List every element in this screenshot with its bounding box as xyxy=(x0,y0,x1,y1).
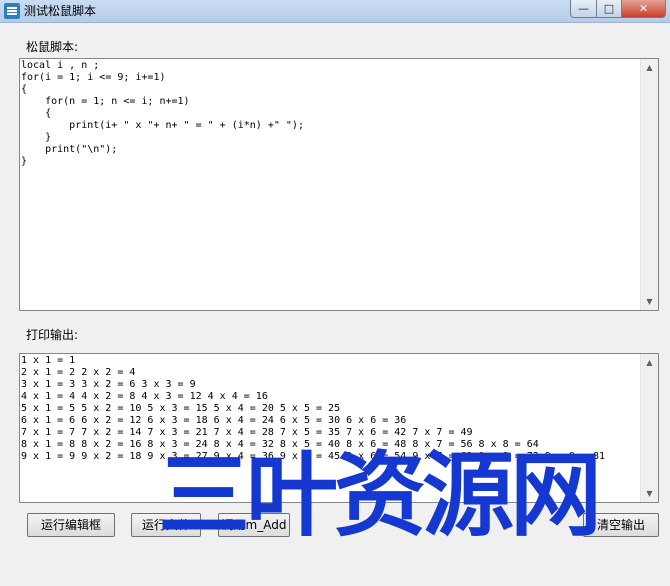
scroll-down-arrow-icon[interactable]: ▼ xyxy=(641,293,658,310)
run-editor-button[interactable]: 运行编辑框 xyxy=(27,513,115,537)
output-scrollbar[interactable]: ▲ ▼ xyxy=(640,354,658,502)
watermark-text: 三叶资源网 xyxy=(158,442,602,549)
scroll-up-arrow-icon[interactable]: ▲ xyxy=(641,59,658,76)
title-bar: 测试松鼠脚本 — □ ✕ xyxy=(0,0,670,23)
maximize-button[interactable]: □ xyxy=(597,0,622,18)
script-code[interactable]: local i , n ; for(i = 1; i <= 9; i+=1) {… xyxy=(21,60,640,309)
script-label: 松鼠脚本: xyxy=(26,40,79,54)
close-button[interactable]: ✕ xyxy=(622,0,666,18)
window-controls: — □ ✕ xyxy=(570,0,666,18)
window-title: 测试松鼠脚本 xyxy=(24,4,97,18)
scroll-up-arrow-icon[interactable]: ▲ xyxy=(641,354,658,371)
output-label: 打印输出: xyxy=(26,328,79,342)
minimize-button[interactable]: — xyxy=(570,0,597,18)
script-editor[interactable]: local i , n ; for(i = 1; i <= 9; i+=1) {… xyxy=(19,58,659,311)
app-icon xyxy=(4,3,20,19)
scroll-down-arrow-icon[interactable]: ▼ xyxy=(641,485,658,502)
script-scrollbar[interactable]: ▲ ▼ xyxy=(640,59,658,310)
